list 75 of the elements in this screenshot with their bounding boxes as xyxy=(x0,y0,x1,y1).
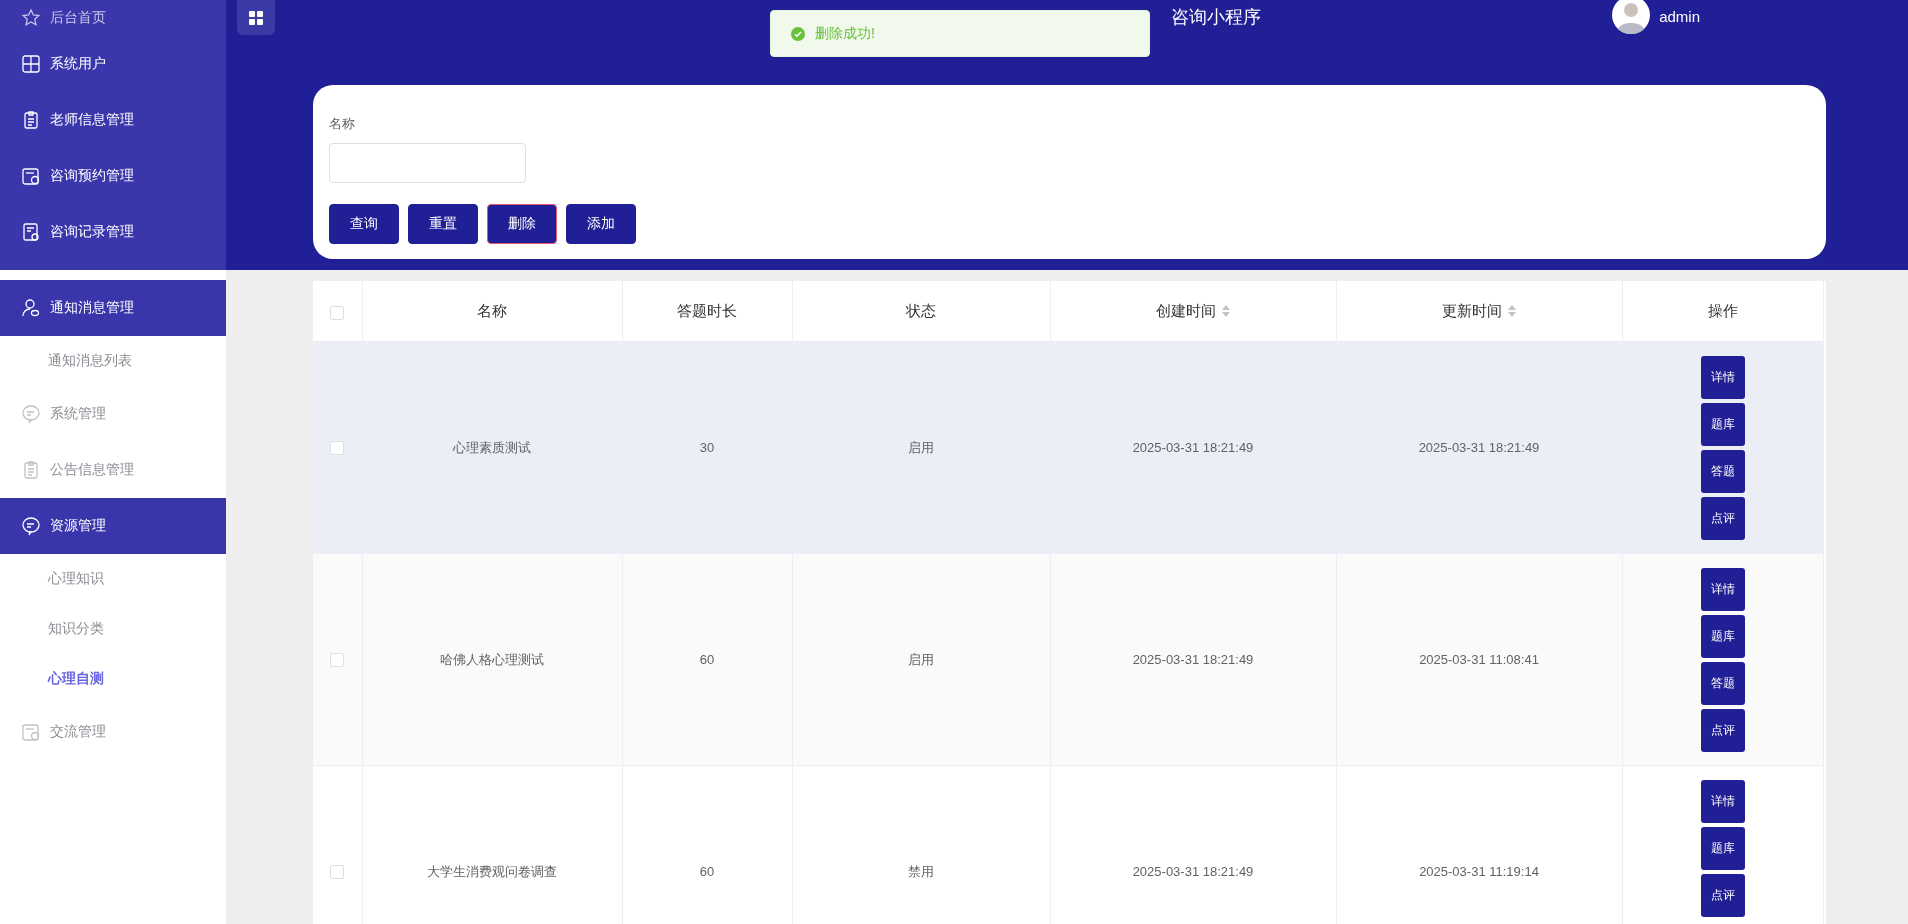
row-action-button[interactable]: 详情 xyxy=(1700,780,1745,823)
row-action-button[interactable]: 题库 xyxy=(1700,615,1745,658)
action-button[interactable]: 添加 xyxy=(566,204,636,244)
action-button[interactable]: 查询 xyxy=(329,204,399,244)
sidebar-item[interactable]: 通知消息管理 xyxy=(0,280,226,336)
row-checkbox[interactable] xyxy=(330,441,345,456)
calendar-icon xyxy=(21,722,41,742)
sidebar-item[interactable]: 后台首页 xyxy=(0,0,226,36)
star-icon xyxy=(21,8,41,28)
sidebar-item[interactable]: 咨询记录管理 xyxy=(0,204,226,260)
table-cell: 2025-03-31 11:08:41 xyxy=(1336,553,1622,766)
table-cell: 60 xyxy=(622,553,792,766)
row-action-button[interactable]: 题库 xyxy=(1700,403,1745,446)
table-cell: 60 xyxy=(622,765,792,924)
user-icon xyxy=(21,298,41,318)
sidebar-item[interactable]: 咨询预约管理 xyxy=(0,148,226,204)
sidebar-item[interactable]: 系统用户 xyxy=(0,36,226,92)
row-action-button[interactable]: 答题 xyxy=(1700,662,1745,705)
calendar-icon xyxy=(21,166,41,186)
table-cell: 禁用 xyxy=(792,765,1050,924)
sort-icon[interactable] xyxy=(1222,305,1230,317)
row-action-button[interactable]: 详情 xyxy=(1700,568,1745,611)
sort-icon[interactable] xyxy=(1508,305,1516,317)
table-cell: 2025-03-31 18:21:49 xyxy=(1050,765,1336,924)
table-cell: 启用 xyxy=(792,341,1050,554)
row-checkbox[interactable] xyxy=(330,653,345,668)
grid-icon xyxy=(249,10,263,25)
table-cell: 2025-03-31 18:21:49 xyxy=(1050,341,1336,554)
sidebar-item[interactable]: 资源管理 xyxy=(0,498,226,554)
table-cell: 2025-03-31 18:21:49 xyxy=(1336,341,1622,554)
sidebar-item[interactable]: 心理自测 xyxy=(0,654,226,704)
action-button[interactable]: 重置 xyxy=(408,204,478,244)
row-action-button[interactable]: 详情 xyxy=(1700,356,1745,399)
clipboard-icon xyxy=(21,460,41,480)
clipboard-icon xyxy=(21,110,41,130)
row-action-button[interactable]: 点评 xyxy=(1700,709,1745,752)
sidebar-item[interactable]: 心理知识 xyxy=(0,554,226,604)
toast-text: 删除成功! xyxy=(815,24,875,43)
column-header: 答题时长 xyxy=(622,281,792,342)
menu-toggle-button[interactable] xyxy=(237,0,275,35)
chat-bubble-icon xyxy=(21,404,41,424)
sidebar-item[interactable]: 知识分类 xyxy=(0,604,226,654)
app-title: 咨询小程序 xyxy=(1171,6,1261,29)
doc-icon xyxy=(21,222,41,242)
table-cell: 哈佛人格心理测试 xyxy=(362,553,622,766)
row-action-button[interactable]: 题库 xyxy=(1700,827,1745,870)
row-action-button[interactable]: 点评 xyxy=(1700,497,1745,540)
name-input-field[interactable] xyxy=(329,143,526,183)
row-checkbox[interactable] xyxy=(330,865,345,880)
table-cell: 大学生消费观问卷调查 xyxy=(362,765,622,924)
action-button[interactable]: 删除 xyxy=(487,204,557,244)
chat-bubble-icon xyxy=(21,516,41,536)
column-header: 更新时间 xyxy=(1336,281,1622,342)
sidebar-item[interactable]: 公告信息管理 xyxy=(0,442,226,498)
column-header: 名称 xyxy=(362,281,622,342)
sidebar-item[interactable]: 系统管理 xyxy=(0,386,226,442)
table-cell: 30 xyxy=(622,341,792,554)
table-cell: 2025-03-31 11:19:14 xyxy=(1336,765,1622,924)
table-cell: 心理素质测试 xyxy=(362,341,622,554)
table-cell: 启用 xyxy=(792,553,1050,766)
sidebar-item[interactable]: 通知消息列表 xyxy=(0,336,226,386)
field-label: 名称 xyxy=(329,115,355,133)
row-action-button[interactable]: 点评 xyxy=(1700,874,1745,917)
sidebar-item[interactable]: 老师信息管理 xyxy=(0,92,226,148)
sidebar-item[interactable]: 交流管理 xyxy=(0,704,226,760)
check-circle-icon xyxy=(791,26,805,41)
username[interactable]: admin xyxy=(1659,8,1700,25)
table-cell: 2025-03-31 18:21:49 xyxy=(1050,553,1336,766)
row-action-button[interactable]: 答题 xyxy=(1700,450,1745,493)
column-header: 操作 xyxy=(1622,281,1823,342)
column-header: 创建时间 xyxy=(1050,281,1336,342)
grid-icon xyxy=(21,54,41,74)
column-header: 状态 xyxy=(792,281,1050,342)
select-all-checkbox[interactable] xyxy=(330,305,345,320)
avatar-icon[interactable] xyxy=(1612,0,1651,34)
